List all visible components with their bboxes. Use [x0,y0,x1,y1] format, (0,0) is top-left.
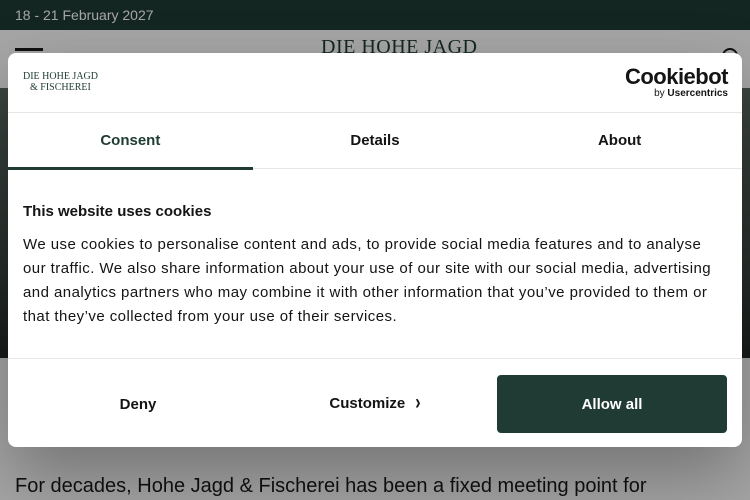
consent-title: This website uses cookies [23,203,212,220]
dialog-logo-line1: DIE HOHE JAGD [23,71,98,82]
consent-text: We use cookies to personalise content an… [23,236,712,325]
tab-details[interactable]: Details [253,113,498,169]
cookiebot-logo[interactable]: Cookiebot by Usercentrics [624,64,729,100]
consent-body: This website uses cookies We use cookies… [23,203,728,329]
chevron-right-icon: › [415,392,421,415]
deny-button[interactable]: Deny [23,375,253,433]
dialog-footer: Deny Customize › Allow all [8,358,742,447]
dialog-header: DIE HOHE JAGD & FISCHEREI Cookiebot by U… [8,53,742,113]
tab-about[interactable]: About [497,113,742,169]
cookiebot-byline: by Usercentrics [654,88,728,99]
cookie-consent-dialog: DIE HOHE JAGD & FISCHEREI Cookiebot by U… [8,53,742,447]
tab-consent[interactable]: Consent [8,113,253,170]
consent-tabs: Consent Details About [8,113,742,170]
allow-all-button[interactable]: Allow all [497,375,727,433]
cookiebot-wordmark: Cookiebot [624,64,729,89]
dialog-site-logo: DIE HOHE JAGD & FISCHEREI [23,71,98,93]
customize-button[interactable]: Customize › [260,375,490,433]
dialog-logo-line2: & FISCHEREI [30,82,91,93]
